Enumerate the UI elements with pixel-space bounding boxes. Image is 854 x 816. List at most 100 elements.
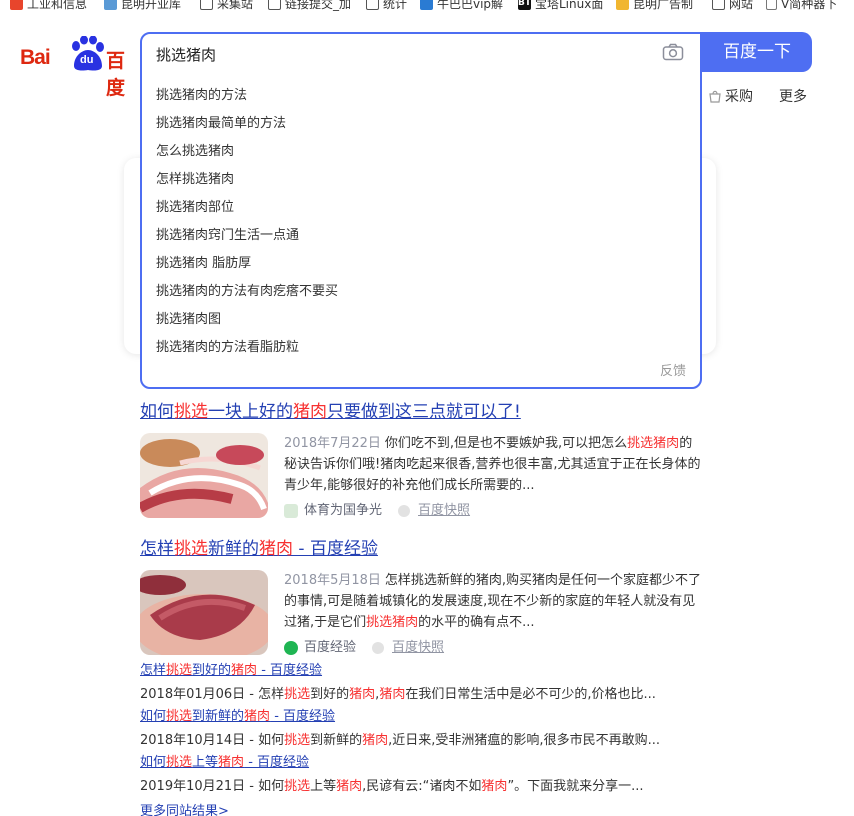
folder-icon <box>366 0 379 10</box>
text-segment: - 百度经验 <box>270 709 336 724</box>
bookmark-item[interactable]: BT 宝塔Linux面 <box>518 0 603 12</box>
tab-more[interactable]: 更多 <box>779 86 807 106</box>
suggestion-item[interactable]: 挑选猪肉最简单的方法 <box>142 110 700 138</box>
text-segment: ,近日来,受非洲猪瘟的影响,很多市民不再敢购... <box>388 733 660 748</box>
result-thumbnail[interactable] <box>140 570 268 655</box>
bookmark-label: V简种器下 <box>781 0 838 11</box>
logo-latin-text: Bai <box>20 46 51 69</box>
bookmark-item[interactable]: 统计 <box>366 0 407 12</box>
highlighted-keyword: 猪肉 <box>293 402 327 422</box>
search-input[interactable] <box>156 42 636 66</box>
tab-caigou[interactable]: 采购 <box>708 86 753 106</box>
highlighted-keyword: 挑选 <box>174 539 208 559</box>
search-box: 挑选猪肉的方法挑选猪肉最简单的方法怎么挑选猪肉怎样挑选猪肉挑选猪肉部位挑选猪肉窍… <box>140 32 702 389</box>
search-result: 如何挑选一块上好的猪肉只要做到这三点就可以了! 2018年7月22日 你们吃不到,… <box>140 401 820 521</box>
text-segment: 如何 <box>140 709 167 724</box>
snapshot-link[interactable]: 百度快照 <box>392 637 444 658</box>
bookmark-label: 统计 <box>383 0 408 11</box>
sub-result-title-link[interactable]: 怎样挑选到好的猪肉 - 百度经验 <box>140 662 656 680</box>
bookmark-item[interactable]: 昆明开业库 <box>104 0 181 12</box>
sub-result-description: 2019年10月21日 - 如何挑选上等猪肉,民谚有云:“诸肉不如猪肉”。下面我… <box>140 778 644 796</box>
suggestion-item[interactable]: 挑选猪肉 脂肪厚 <box>142 250 700 278</box>
bookmark-item[interactable]: 采集站 <box>200 0 253 12</box>
sub-result-description: 2018年01月06日 - 怎样挑选到好的猪肉,猪肉在我们日常生活中是必不可少的… <box>140 686 656 704</box>
text-segment: 到好的 <box>310 687 350 702</box>
result-thumbnail[interactable] <box>140 433 268 518</box>
result-title-link[interactable]: 如何挑选一块上好的猪肉只要做到这三点就可以了! <box>140 401 820 423</box>
bookmark-item[interactable]: 工业和信息 <box>10 0 87 12</box>
suggestion-item[interactable]: 怎样挑选猪肉 <box>142 166 700 194</box>
text-segment: 只要做到这三点就可以了! <box>327 402 521 422</box>
bookmark-item[interactable]: 网站 <box>712 0 753 12</box>
bookmark-label: 宝塔Linux面 <box>535 0 604 11</box>
suggestion-list: 挑选猪肉的方法 挑选猪肉最简单的方法 怎么挑选猪肉 怎样挑选猪肉 挑选猪肉部位 挑选猪肉窍… <box>142 82 700 362</box>
shopping-bag-icon <box>709 90 721 103</box>
sub-result-title-link[interactable]: 如何挑选上等猪肉 - 百度经验 <box>140 754 644 772</box>
suggestion-item[interactable]: 挑选猪肉的方法 <box>142 82 700 110</box>
snapshot-link[interactable]: 百度快照 <box>418 500 470 521</box>
suggestion-item[interactable]: 挑选猪肉的方法有肉疙瘩不要买 <box>142 278 700 306</box>
globe-icon <box>420 0 433 10</box>
text-segment: 2018年01月06日 - 怎样 <box>140 687 285 702</box>
tab-more-label: 更多 <box>779 89 807 105</box>
text-segment: 你们吃不到,但是也不要嫉妒我,可以把怎么 <box>384 436 628 451</box>
bulb-icon <box>616 0 629 10</box>
result-source: 体育为国争光 <box>304 503 383 518</box>
text-segment: 怎样 <box>140 539 174 559</box>
text-segment: - 百度经验 <box>293 539 378 559</box>
suggestion-item[interactable]: 挑选猪肉部位 <box>142 194 700 222</box>
folder-icon <box>712 0 725 10</box>
bookmarks-bar: 工业和信息 昆明开业库 采集站 链接提交_加 统计 牛巴巴vip解 BT 宝塔Linux面 昆明… <box>0 0 854 14</box>
highlighted-keyword: 猪肉 <box>481 779 508 794</box>
text-segment: ,民谚有云:“诸肉不如 <box>362 779 482 794</box>
shield-icon <box>398 504 411 517</box>
result-date: 2018年5月18日 <box>284 573 381 588</box>
more-site-results-link[interactable]: 更多同站结果> <box>140 800 229 816</box>
highlighted-keyword: 猪肉 <box>231 663 258 678</box>
search-result: 怎样挑选新鲜的猪肉 - 百度经验 2018年5月18日 怎样挑选新鲜的猪肉,购买猪… <box>140 538 820 658</box>
suggestion-item[interactable]: 挑选猪肉图 <box>142 306 700 334</box>
bookmark-label: 昆明广告制 <box>633 0 694 11</box>
bookmark-label: 网站 <box>729 0 754 11</box>
sub-result-title-link[interactable]: 如何挑选到新鲜的猪肉 - 百度经验 <box>140 708 660 726</box>
camera-icon[interactable] <box>662 43 684 61</box>
search-button[interactable]: 百度一下 <box>702 32 812 72</box>
highlighted-keyword: 挑选 <box>284 733 311 748</box>
bookmark-item[interactable]: 链接提交_加 <box>268 0 351 12</box>
bookmark-label: 采集站 <box>217 0 254 11</box>
text-segment: 怎样 <box>140 663 167 678</box>
shield-icon <box>372 641 385 654</box>
highlighted-keyword: 挑选 <box>166 755 193 770</box>
text-segment: 如何 <box>140 755 167 770</box>
highlighted-keyword: 猪肉 <box>379 687 406 702</box>
highlighted-keyword: 挑选 <box>284 779 311 794</box>
sub-result: 怎样挑选到好的猪肉 - 百度经验 2018年01月06日 - 怎样挑选到好的猪肉… <box>140 662 656 704</box>
bookmark-item[interactable]: 牛巴巴vip解 <box>420 0 503 12</box>
result-title-link[interactable]: 怎样挑选新鲜的猪肉 - 百度经验 <box>140 538 820 560</box>
weibo-icon <box>10 0 23 10</box>
highlighted-keyword: 挑选猪肉 <box>366 615 419 630</box>
tab-caigou-label: 采购 <box>725 89 753 105</box>
text-segment: - 百度经验 <box>244 755 310 770</box>
suggestion-item[interactable]: 挑选猪肉窍门生活一点通 <box>142 222 700 250</box>
result-source: 百度经验 <box>304 640 357 655</box>
doc-icon <box>766 0 777 10</box>
bt-icon: BT <box>518 0 531 10</box>
suggestion-item[interactable]: 挑选猪肉的方法看脂肪粒 <box>142 334 700 362</box>
text-segment: 2018年10月14日 - 如何 <box>140 733 285 748</box>
highlighted-keyword: 挑选 <box>174 402 208 422</box>
bookmark-label: 链接提交_加 <box>285 0 352 11</box>
sub-result: 如何挑选上等猪肉 - 百度经验 2019年10月21日 - 如何挑选上等猪肉,民… <box>140 754 644 796</box>
suggestion-item[interactable]: 怎么挑选猪肉 <box>142 138 700 166</box>
bookmark-item[interactable]: V简种器下 <box>766 0 837 12</box>
text-segment: ”。下面我就来分享一... <box>507 779 644 794</box>
baidu-logo[interactable]: Bai du 百度 <box>20 34 125 99</box>
highlighted-keyword: 猪肉 <box>259 539 293 559</box>
text-segment: 到好的 <box>192 663 232 678</box>
bookmark-item[interactable]: 昆明广告制 <box>616 0 693 12</box>
feedback-link[interactable]: 反馈 <box>660 360 686 379</box>
text-segment: 到新鲜的 <box>192 709 245 724</box>
highlighted-keyword: 猪肉 <box>336 779 363 794</box>
highlighted-keyword: 猪肉 <box>218 755 245 770</box>
text-segment: 如何 <box>140 402 174 422</box>
